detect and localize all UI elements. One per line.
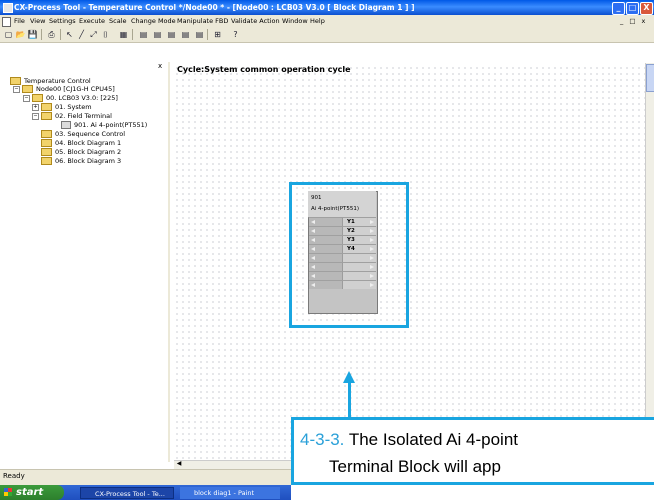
tree-item-temperature-control[interactable]: Temperature Control	[10, 77, 91, 85]
app-icon	[3, 3, 13, 13]
tree-item-label: 06. Block Diagram 3	[55, 157, 122, 165]
title-bar[interactable]: CX-Process Tool - Temperature Control */…	[0, 0, 654, 15]
menu-scale[interactable]: Scale	[109, 15, 127, 27]
menu-window[interactable]: Window	[282, 15, 308, 27]
tree-item-lcb03[interactable]: − 00. LCB03 V3.0: [225]	[23, 94, 118, 102]
folder-icon	[41, 130, 52, 138]
toolbar-separator	[41, 29, 42, 40]
highlight-frame	[289, 182, 409, 328]
collapse-icon[interactable]: −	[13, 85, 20, 93]
menu-manipulate-fbd[interactable]: Manipulate FBD	[177, 15, 228, 27]
tree-item-label: 03. Sequence Control	[55, 130, 126, 138]
windows-flag-icon	[4, 488, 12, 496]
start-label: start	[16, 487, 44, 498]
tree-item-ai-4-point[interactable]: 901. Ai 4-point(PT551)	[61, 121, 147, 129]
open-icon[interactable]: 📂	[15, 29, 26, 40]
cycle-title: Cycle:System common operation cycle	[177, 65, 351, 74]
callout-text-line-2: Terminal Block will app	[329, 457, 501, 476]
collapse-icon[interactable]: −	[32, 112, 39, 120]
callout-connector	[348, 382, 351, 420]
block-icon[interactable]: ⌷	[100, 29, 111, 40]
tree-item-label: Temperature Control	[24, 77, 91, 85]
status-bar	[0, 469, 291, 486]
menu-validate-action[interactable]: Validate Action	[231, 15, 280, 27]
menu-view[interactable]: View	[30, 15, 45, 27]
callout-step-number: 4-3-3.	[300, 430, 345, 449]
tree-item-field-terminal[interactable]: − 02. Field Terminal	[32, 112, 112, 120]
block-icon	[61, 121, 71, 129]
folder-icon	[32, 94, 43, 102]
menu-change-mode[interactable]: Change Mode	[131, 15, 176, 27]
folder-icon	[41, 103, 52, 111]
taskbar-item-paint[interactable]: block diag1 - Paint	[180, 487, 280, 499]
maximize-button[interactable]: □	[626, 2, 639, 15]
align-icon[interactable]: ▤	[194, 29, 205, 40]
toolbar-separator	[60, 29, 61, 40]
callout-text-line-1: 4-3-3. The Isolated Ai 4-point	[300, 430, 518, 450]
folder-icon	[22, 85, 33, 93]
menu-execute[interactable]: Execute	[79, 15, 105, 27]
tree-item-label: 901. Ai 4-point(PT551)	[74, 121, 148, 129]
tree-item-label: 00. LCB03 V3.0: [225]	[46, 94, 118, 102]
collapse-icon[interactable]: −	[23, 94, 30, 102]
print-icon[interactable]: ⎙	[46, 29, 57, 40]
window-title: CX-Process Tool - Temperature Control */…	[14, 3, 415, 12]
close-button[interactable]: X	[640, 2, 653, 15]
tree-item-label: 02. Field Terminal	[55, 112, 112, 120]
status-text: Ready	[3, 472, 25, 480]
align-icon[interactable]: ▤	[166, 29, 177, 40]
pointer-icon[interactable]: ↖	[64, 29, 75, 40]
view-icon[interactable]: ⊞	[212, 29, 223, 40]
folder-icon	[41, 157, 52, 165]
tree-item-block-diagram-3[interactable]: 06. Block Diagram 3	[41, 157, 121, 165]
document-icon[interactable]	[2, 17, 11, 27]
tree-item-block-diagram-1[interactable]: 04. Block Diagram 1	[41, 139, 121, 147]
tree-item-sequence-control[interactable]: 03. Sequence Control	[41, 130, 125, 138]
toolbar: ▢ 📂 💾 ⎙ ↖ ╱ ⤢ ⌷ ▦ ▤ ▤ ▤ ▤ ▤ ⊞ ?	[0, 27, 654, 43]
align-icon[interactable]: ▤	[152, 29, 163, 40]
expand-icon[interactable]: +	[32, 103, 39, 111]
taskbar-item-cx-process[interactable]: CX-Process Tool - Te...	[80, 487, 174, 499]
menu-settings[interactable]: Settings	[49, 15, 76, 27]
folder-icon	[41, 148, 52, 156]
menu-bar: File View Settings Execute Scale Change …	[0, 15, 654, 27]
tree-item-label: 01. System	[55, 103, 92, 111]
connect-icon[interactable]: ⤢	[88, 29, 99, 40]
tree-item-block-diagram-2[interactable]: 05. Block Diagram 2	[41, 148, 121, 156]
folder-icon	[41, 112, 52, 120]
callout-text: The Isolated Ai 4-point	[348, 430, 519, 449]
scroll-left-icon[interactable]: ◀	[175, 460, 183, 468]
menu-file[interactable]: File	[14, 15, 25, 27]
grid-icon[interactable]: ▦	[118, 29, 129, 40]
new-icon[interactable]: ▢	[3, 29, 14, 40]
menu-help[interactable]: Help	[310, 15, 325, 27]
align-icon[interactable]: ▤	[180, 29, 191, 40]
tree-item-label: 05. Block Diagram 2	[55, 148, 122, 156]
vertical-scrollbar[interactable]	[645, 63, 654, 460]
align-icon[interactable]: ▤	[138, 29, 149, 40]
diagram-canvas[interactable]	[174, 65, 645, 460]
tree-item-node00[interactable]: − Node00 [CJ1G-H CPU45]	[13, 85, 115, 93]
mdi-window-controls[interactable]: _ □ x	[620, 15, 647, 27]
close-pane-icon[interactable]: x	[158, 62, 166, 70]
save-icon[interactable]: 💾	[27, 29, 38, 40]
minimize-button[interactable]: _	[612, 2, 625, 15]
toolbar-separator	[132, 29, 133, 40]
scrollbar-thumb[interactable]	[646, 64, 654, 92]
toolbar-separator	[207, 29, 208, 40]
tree-item-label: Node00 [CJ1G-H CPU45]	[36, 85, 115, 93]
help-icon[interactable]: ?	[230, 29, 241, 40]
tree-item-label: 04. Block Diagram 1	[55, 139, 122, 147]
tree-item-system[interactable]: +01. System	[32, 103, 92, 111]
folder-icon	[41, 139, 52, 147]
folder-icon	[10, 77, 21, 85]
line-icon[interactable]: ╱	[76, 29, 87, 40]
